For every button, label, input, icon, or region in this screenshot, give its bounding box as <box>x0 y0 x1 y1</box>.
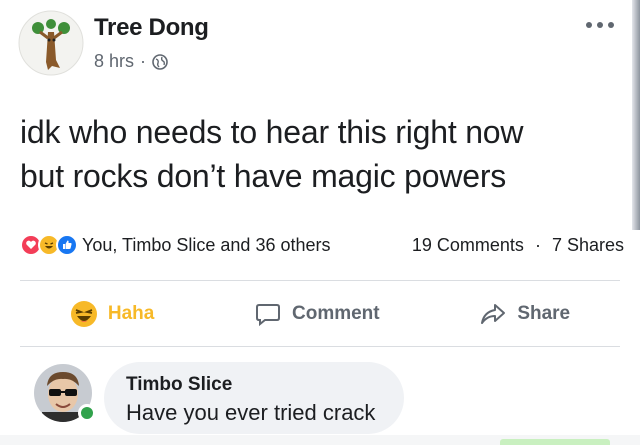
shares-count[interactable]: 7 Shares <box>552 235 624 255</box>
post-text: idk who needs to hear this right now but… <box>20 110 620 198</box>
meta-separator: · <box>140 51 147 71</box>
post-text-line-2: but rocks don’t have magic powers <box>20 158 507 194</box>
more-options-icon[interactable] <box>586 18 614 32</box>
author-avatar[interactable] <box>18 10 84 76</box>
counts-separator: · <box>534 234 541 255</box>
scrollbar-edge <box>632 0 640 230</box>
action-bar: Haha Comment Share <box>20 294 620 334</box>
comment-button[interactable]: Comment <box>254 300 380 328</box>
share-label: Share <box>517 303 571 324</box>
share-arrow-icon <box>479 300 507 328</box>
haha-button[interactable]: Haha <box>70 300 154 328</box>
online-status-indicator <box>78 404 96 422</box>
haha-label: Haha <box>107 303 155 324</box>
divider-bottom <box>20 346 620 347</box>
reaction-summary[interactable]: You, Timbo Slice and 36 others <box>82 235 412 256</box>
haha-emoji-icon <box>70 300 98 328</box>
comment-bubble[interactable]: Timbo Slice Have you ever tried crack <box>104 362 404 434</box>
globe-icon <box>152 53 168 70</box>
comment-label: Comment <box>292 303 380 324</box>
post-meta: 8 hrs · <box>94 51 168 72</box>
like-reaction-icon <box>56 234 78 256</box>
comment-bubble-icon <box>254 300 282 328</box>
comments-count[interactable]: 19 Comments <box>412 235 524 255</box>
comment: Timbo Slice Have you ever tried crack <box>20 356 620 436</box>
bottom-green-element <box>500 439 610 445</box>
reaction-icons[interactable] <box>20 234 78 256</box>
author-name[interactable]: Tree Dong <box>94 14 209 42</box>
post-time[interactable]: 8 hrs <box>94 51 134 72</box>
share-button[interactable]: Share <box>479 300 570 328</box>
post-text-line-1: idk who needs to hear this right now <box>20 114 524 150</box>
post-header: Tree Dong 8 hrs · <box>18 10 618 80</box>
engagement-counts: 19 Comments · 7 Shares <box>412 235 624 256</box>
divider-top <box>20 280 620 281</box>
commenter-name[interactable]: Timbo Slice <box>126 372 382 398</box>
comment-text: Have you ever tried crack <box>126 400 376 425</box>
reactions-row: You, Timbo Slice and 36 others 19 Commen… <box>20 230 624 260</box>
